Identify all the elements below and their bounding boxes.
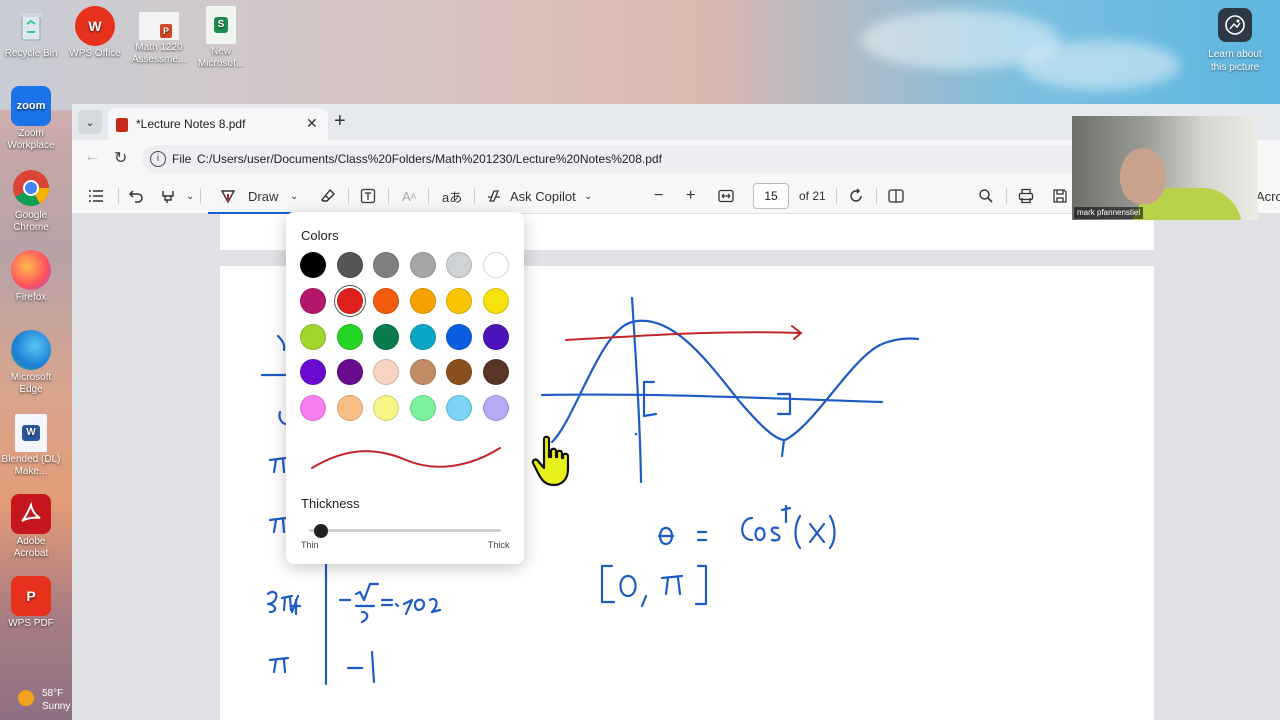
ink-close-bracket [694,564,708,606]
color-swatch[interactable] [409,252,436,278]
color-swatch[interactable] [373,252,400,278]
color-swatch[interactable] [300,252,326,278]
color-swatch[interactable] [483,287,509,314]
ink-pi-row [268,656,290,674]
ink-four [290,594,302,616]
color-swatch[interactable] [300,323,326,350]
ink-partial-mark [276,334,286,352]
ink-minus-one [346,650,376,684]
thickness-slider-thumb[interactable] [313,524,328,538]
thickness-slider-track[interactable] [309,529,501,532]
handwritten-notes [260,296,920,686]
color-swatch[interactable] [409,323,436,350]
ink-left-bracket [642,380,658,418]
color-swatch[interactable] [373,359,400,386]
color-swatch[interactable] [483,359,509,386]
ink-inverse-exponent [780,504,792,524]
color-swatch[interactable] [373,287,400,314]
ink-right-bracket [776,392,792,416]
ink-cos [741,516,781,542]
color-swatch[interactable] [300,287,326,314]
color-swatch[interactable] [409,287,436,314]
ink-paren-x [794,514,836,550]
color-swatch[interactable] [336,287,363,314]
color-swatch[interactable] [336,252,363,278]
ink-theta [657,526,675,546]
ink-pi [268,456,288,474]
ink-comma [640,594,648,608]
color-swatch[interactable] [336,359,363,386]
ink-equals [696,530,708,542]
color-swatch[interactable] [483,323,509,350]
ink-dot [634,432,638,436]
ink-open-bracket [600,564,616,604]
ink-pi [268,516,288,534]
color-swatch[interactable] [373,395,400,422]
hand-cursor-icon [531,435,570,487]
color-swatch[interactable] [446,323,473,350]
participant-name: mark pfannenstiel [1074,207,1144,219]
color-swatch[interactable] [409,359,436,386]
color-swatch[interactable] [483,395,509,422]
color-swatch[interactable] [336,395,363,422]
webcam-video-overlay[interactable]: mark pfannenstiel [1072,116,1258,220]
color-swatch[interactable] [446,359,473,386]
ink-three [266,590,278,614]
ink-tick [780,438,786,458]
color-swatch[interactable] [446,252,473,278]
stroke-preview [311,447,501,469]
thick-label: Thick [488,540,510,550]
ink-cosine-curve [550,319,920,444]
color-swatch[interactable] [446,287,473,314]
ink-zero [619,574,637,598]
ink-y-axis [630,296,643,484]
ink-approx-value [380,597,442,616]
color-swatch[interactable] [373,323,400,350]
thin-label: Thin [301,540,319,550]
ink-pi-interval [660,574,684,596]
color-swatch[interactable] [336,323,363,350]
colors-heading: Colors [301,228,339,243]
participant-head [1120,148,1166,204]
ink-small-pi [280,594,294,612]
thickness-heading: Thickness [301,496,360,511]
color-swatch[interactable] [446,395,473,422]
draw-color-popup: Colors Thickness Thin Thick [286,212,524,564]
color-swatch[interactable] [300,359,326,386]
color-swatch[interactable] [300,395,326,422]
color-swatch[interactable] [483,252,509,278]
color-swatch[interactable] [409,395,436,422]
ink-minus-root2-over-2 [338,582,380,624]
